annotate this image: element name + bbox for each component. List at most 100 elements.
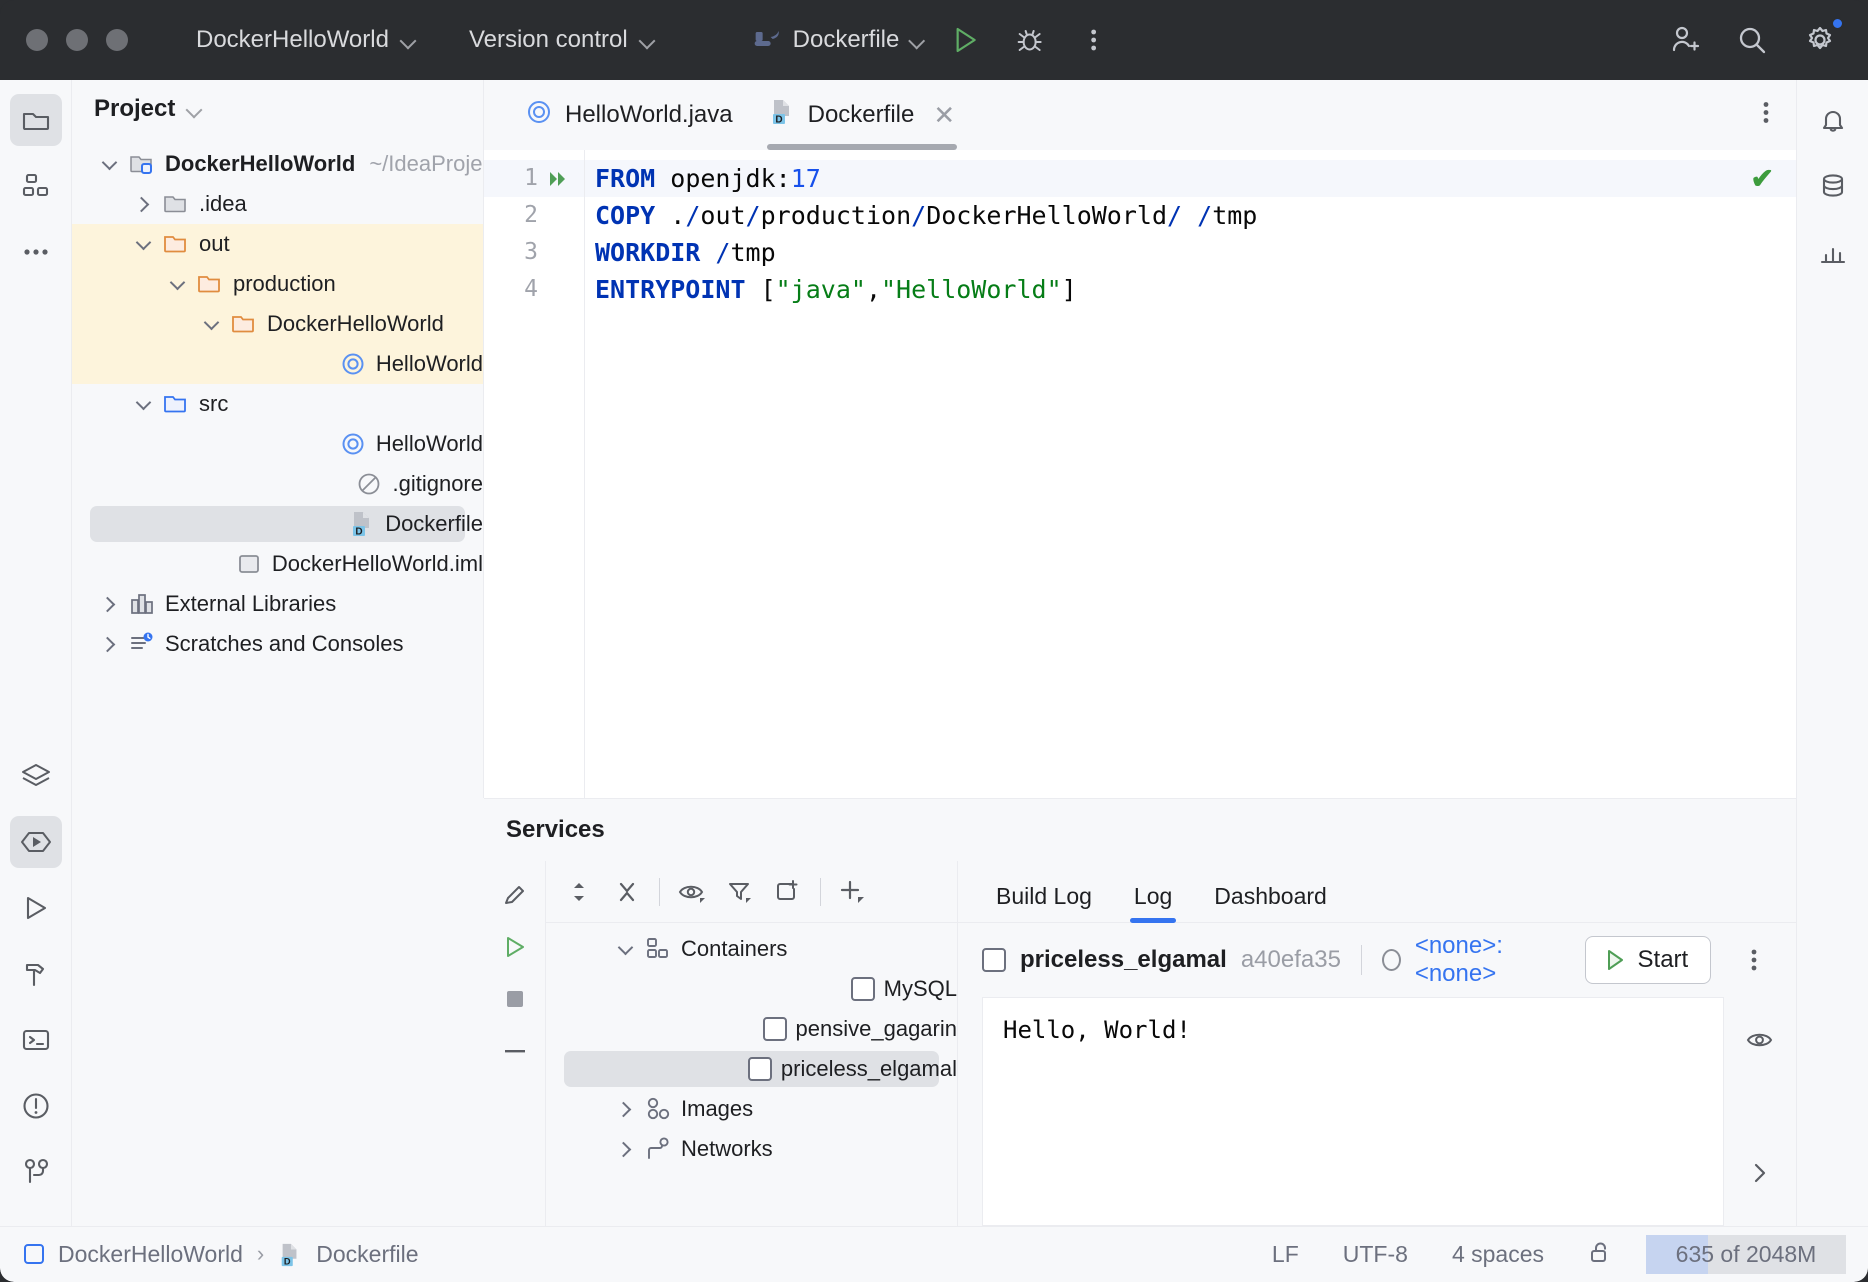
add-frame-icon[interactable] [765,869,811,915]
project-tree-item-production[interactable]: production [72,264,483,304]
chevron-down-icon[interactable] [614,938,636,960]
unlocked-icon[interactable] [1566,1239,1636,1271]
project-tree-item-idea[interactable]: .idea [72,184,483,224]
stop-icon[interactable] [492,973,538,1025]
services-tree-item-mysql[interactable]: MySQL [546,969,957,1009]
tab-build-log[interactable]: Build Log [982,883,1106,922]
collapse-all-icon[interactable] [604,869,650,915]
services-tree-item-priceless-elgamal[interactable]: priceless_elgamal [546,1049,957,1089]
window-controls[interactable] [26,29,128,51]
breadcrumb-module[interactable]: DockerHelloWorld [58,1241,243,1268]
sidebar-item-build[interactable] [10,948,62,1000]
services-tree-item-images[interactable]: Images [546,1089,957,1129]
chevron-right-icon[interactable] [1737,1150,1783,1196]
project-panel-header[interactable]: Project [72,80,483,138]
project-tree-item-dockerfile[interactable]: DDockerfile [72,504,483,544]
services-tree-item-containers[interactable]: Containers [546,929,957,969]
chevron-down-icon[interactable] [200,313,222,335]
filter-icon[interactable] [717,869,763,915]
more-actions-button[interactable] [1071,18,1115,62]
tab-dockerfile[interactable]: D Dockerfile ✕ [751,80,974,150]
project-tree-item-dockerhelloworld-iml[interactable]: DockerHelloWorld.iml [72,544,483,584]
sidebar-item-run[interactable] [10,882,62,934]
chevron-right-icon[interactable] [614,1098,636,1120]
chevron-down-icon[interactable] [132,233,154,255]
eye-icon[interactable] [669,869,715,915]
sidebar-item-structure[interactable] [10,160,62,212]
sidebar-item-database[interactable] [1807,160,1859,212]
project-selector[interactable]: DockerHelloWorld [186,20,425,60]
chevron-right-icon[interactable] [132,193,154,215]
encoding-widget[interactable]: UTF-8 [1321,1241,1430,1268]
maximize-window-button[interactable] [106,29,128,51]
breadcrumb-file[interactable]: Dockerfile [316,1241,418,1268]
close-icon[interactable]: ✕ [933,100,955,131]
code-editor[interactable]: 1234 FROM openjdk:17COPY ./out/productio… [484,150,1796,798]
inspection-status-icon[interactable]: ✔ [1751,162,1774,195]
start-button[interactable]: Start [1585,936,1712,984]
container-checkbox[interactable] [748,1057,772,1081]
close-window-button[interactable] [26,29,48,51]
add-user-icon[interactable] [1662,18,1706,62]
memory-indicator[interactable]: 635 of 2048M [1646,1235,1846,1274]
add-icon[interactable] [830,869,876,915]
project-tree-item-dockerhelloworld[interactable]: DockerHelloWorld~/IdeaProje [72,144,483,184]
project-tree-item-gitignore[interactable]: .gitignore [72,464,483,504]
sidebar-item-terminal[interactable] [10,1014,62,1066]
project-tree-item-helloworld[interactable]: HelloWorld [72,424,483,464]
project-tree-item-helloworld[interactable]: HelloWorld [72,344,483,384]
container-image-link[interactable]: <none>:<none> [1415,932,1557,988]
sidebar-item-project[interactable] [10,94,62,146]
container-more-button[interactable] [1735,938,1772,982]
code-line[interactable]: FROM openjdk:17 [585,160,1796,197]
sidebar-item-git[interactable] [10,1146,62,1198]
minimize-icon[interactable] [492,1025,538,1077]
chevron-right-icon[interactable] [98,633,120,655]
editor-tabs-more-button[interactable] [1762,99,1770,132]
chevron-right-icon[interactable] [614,1138,636,1160]
run-gutter-icon[interactable] [548,169,570,193]
code-line[interactable]: ENTRYPOINT ["java","HelloWorld"] [595,271,1796,308]
project-tree-item-src[interactable]: src [72,384,483,424]
code-line[interactable]: WORKDIR /tmp [595,234,1796,271]
container-checkbox[interactable] [982,948,1006,972]
eye-icon[interactable] [1737,1017,1783,1063]
chevron-right-icon[interactable] [98,593,120,615]
chevron-down-icon[interactable] [132,393,154,415]
code-line[interactable]: COPY ./out/production/DockerHelloWorld/ … [595,197,1796,234]
edit-pencil-icon[interactable] [492,869,538,921]
container-checkbox[interactable] [851,977,875,1001]
line-separator-widget[interactable]: LF [1250,1241,1321,1268]
project-tree-item-out[interactable]: out [72,224,483,264]
sidebar-item-problems[interactable] [10,1080,62,1132]
chevron-down-icon[interactable] [166,273,188,295]
indent-widget[interactable]: 4 spaces [1430,1241,1566,1268]
minimize-window-button[interactable] [66,29,88,51]
editor-gutter[interactable]: 1234 [484,150,584,798]
tab-helloworld-java[interactable]: HelloWorld.java [508,80,751,150]
tab-dashboard[interactable]: Dashboard [1200,883,1341,922]
gear-icon[interactable] [1798,18,1842,62]
chevron-down-icon[interactable] [98,153,120,175]
project-tree-item-external-libraries[interactable]: External Libraries [72,584,483,624]
run-configuration-selector[interactable]: Dockerfile [753,24,924,57]
log-output[interactable]: Hello, World! [982,997,1724,1226]
container-checkbox[interactable] [763,1017,787,1041]
sidebar-item-notifications[interactable] [1807,94,1859,146]
run-button[interactable] [943,18,987,62]
sidebar-item-services[interactable] [10,816,62,868]
version-control-menu[interactable]: Version control [459,20,664,60]
expand-collapse-icon[interactable] [556,869,602,915]
sidebar-item-more[interactable] [10,226,62,278]
services-tree-item-pensive-gagarin[interactable]: pensive_gagarin [546,1009,957,1049]
sidebar-item-services-stack[interactable] [10,750,62,802]
chevron-down-icon[interactable] [187,102,201,116]
run-green-icon[interactable] [492,921,538,973]
debug-button[interactable] [1007,18,1051,62]
tab-log[interactable]: Log [1120,883,1186,922]
project-tree-item-dockerhelloworld[interactable]: DockerHelloWorld [72,304,483,344]
editor-code[interactable]: FROM openjdk:17COPY ./out/production/Doc… [584,150,1796,798]
sidebar-item-profiler[interactable] [1807,226,1859,278]
project-tree-item-scratches-and-consoles[interactable]: Scratches and Consoles [72,624,483,664]
services-tree-item-networks[interactable]: Networks [546,1129,957,1169]
